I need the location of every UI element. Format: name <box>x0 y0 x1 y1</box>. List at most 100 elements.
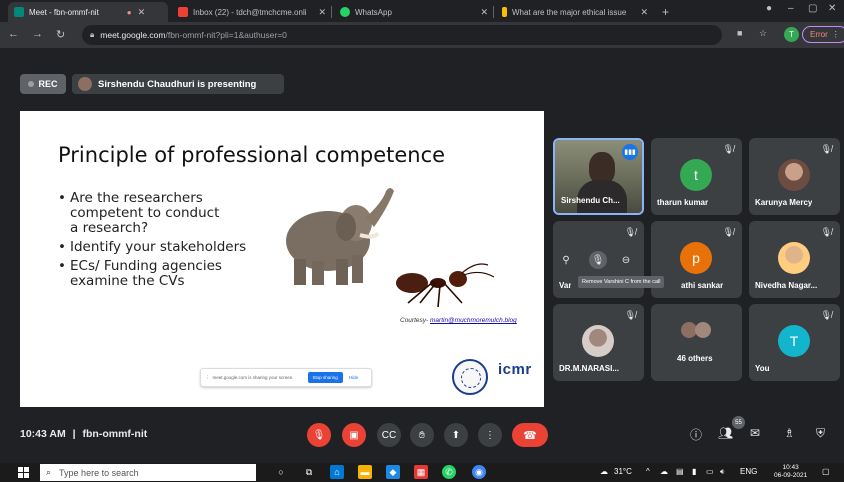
error-button[interactable]: Error ⋮ <box>802 26 844 43</box>
battery-icon[interactable]: ▮ <box>692 467 696 476</box>
stop-sharing-button[interactable]: Stop sharing <box>307 372 343 383</box>
meeting-details: 10:43 AM | fbn-ommf-nit <box>20 428 147 440</box>
presenter-avatar <box>78 77 92 91</box>
avatar-photo <box>778 159 810 191</box>
minimize-icon[interactable]: – <box>788 3 794 14</box>
present-screen-button[interactable]: ⬆ <box>444 423 468 447</box>
tray-chevron-icon[interactable]: ^ <box>646 467 650 476</box>
mic-off-icon: 🎙︎̸ <box>820 227 832 237</box>
new-tab-button[interactable]: + <box>656 2 676 22</box>
camera-indicator-icon[interactable]: ■ <box>737 28 742 38</box>
camera-off-button[interactable]: ▣ <box>342 423 366 447</box>
close-tab-icon[interactable]: ✕ <box>138 7 146 18</box>
participant-tile-presenter[interactable]: ▮▮▮ Sirshendu Ch... <box>553 138 644 215</box>
mic-off-icon: 🎙︎̸ <box>820 310 832 320</box>
raise-hand-button[interactable]: ✋︎ <box>410 423 434 447</box>
participant-name: You <box>755 364 770 373</box>
people-count-badge: 55 <box>732 416 745 429</box>
onedrive-icon[interactable]: ☁ <box>660 467 668 476</box>
tab-search-icon[interactable]: ● <box>766 3 772 14</box>
leave-call-button[interactable]: ☎︎ <box>512 423 548 447</box>
recording-icon <box>28 81 35 87</box>
chrome-icon[interactable]: ◉ <box>472 465 486 479</box>
participant-tile[interactable]: 🎙︎̸ Nivedha Nagar... <box>749 221 840 298</box>
avatar-photo <box>582 325 614 357</box>
tab-whatsapp[interactable]: WhatsApp ✕ <box>334 2 494 22</box>
close-tab-icon[interactable]: ✕ <box>318 7 326 18</box>
office-icon[interactable]: ▦ <box>414 465 428 479</box>
back-icon[interactable]: ← <box>8 28 19 40</box>
mute-participant-icon[interactable]: 🎙︎ <box>589 251 607 269</box>
bookmark-star-icon[interactable]: ☆ <box>759 28 767 39</box>
participant-tile[interactable]: 🎙︎̸ p athi sankar <box>651 221 742 298</box>
icmr-logo: icmr <box>498 361 532 378</box>
avatar-photo <box>695 322 711 338</box>
file-explorer-icon[interactable]: ▬ <box>358 465 372 479</box>
participant-name: Sirshendu Ch... <box>561 196 620 205</box>
institute-seal-logo <box>452 359 488 395</box>
close-tab-icon[interactable]: ✕ <box>480 7 488 18</box>
hide-button[interactable]: Hide <box>349 375 358 380</box>
participant-tile[interactable]: 🎙︎̸ Karunya Mercy <box>749 138 840 215</box>
credit-link[interactable]: martin@muchmoremulch.blog <box>430 317 517 324</box>
profile-avatar[interactable]: T <box>784 27 799 42</box>
participant-tile-self[interactable]: 🎙︎̸ T You <box>749 304 840 381</box>
people-icon[interactable]: 👥︎ <box>718 426 733 440</box>
close-tab-icon[interactable]: ✕ <box>640 7 648 18</box>
captions-button[interactable]: CC <box>377 423 401 447</box>
participant-tile[interactable]: 🎙︎̸ t tharun kumar <box>651 138 742 215</box>
whatsapp-icon[interactable]: ✆ <box>442 465 456 479</box>
network-icon[interactable]: ▤ <box>676 467 684 476</box>
weather-icon[interactable]: ☁︎ <box>600 467 608 476</box>
slide-title: Principle of professional competence <box>58 143 446 167</box>
tab-title: What are the major ethical issue <box>512 7 627 17</box>
notifications-icon[interactable]: ▢ <box>822 467 830 476</box>
app-icon[interactable]: ◆ <box>386 465 400 479</box>
cortana-icon[interactable]: ○ <box>274 465 288 479</box>
browser-tab-strip: Meet - fbn-ommf-nit ● ✕ Inbox (22) - tdc… <box>0 0 844 22</box>
participant-tile[interactable]: 🎙︎̸ DR.M.NARASI... <box>553 304 644 381</box>
taskbar-search-input[interactable]: ⌕ Type here to search <box>40 464 256 481</box>
temperature[interactable]: 31°C <box>614 467 632 476</box>
tab-gmail[interactable]: Inbox (22) - tdch@tmchcme.onli ✕ <box>172 2 332 22</box>
language-indicator[interactable]: ENG <box>740 467 757 476</box>
avatar-photo <box>778 242 810 274</box>
mic-off-icon: 🎙︎̸ <box>624 310 636 320</box>
whatsapp-favicon-icon <box>340 7 350 17</box>
current-time: 10:43 AM <box>20 428 66 440</box>
drag-handle-icon[interactable]: ⋮ <box>205 375 210 381</box>
forward-icon[interactable]: → <box>32 28 43 40</box>
windows-start-icon[interactable] <box>18 467 29 478</box>
remove-participant-icon[interactable]: ⊖ <box>617 251 635 269</box>
elephant-image <box>286 188 394 285</box>
display-icon[interactable]: ▭ <box>706 467 714 476</box>
task-view-icon[interactable]: ⧉ <box>302 465 316 479</box>
maximize-icon[interactable]: ▢ <box>808 3 817 14</box>
avatar: p <box>680 242 712 274</box>
remove-tooltip: Remove Varshini C from the call <box>578 276 665 288</box>
close-window-icon[interactable]: ✕ <box>828 3 836 14</box>
address-bar[interactable]: 🔒︎ meet.google.com /fbn-ommf-nit?pli=1&a… <box>82 25 722 45</box>
meeting-code: fbn-ommf-nit <box>82 428 148 440</box>
presenting-banner: Sirshendu Chaudhuri is presenting <box>72 74 284 94</box>
bullet-item: Identify your stakeholders <box>58 240 288 256</box>
volume-icon[interactable]: 🔉︎ <box>720 467 725 477</box>
chat-icon[interactable]: ✉︎ <box>750 426 760 440</box>
system-clock[interactable]: 10:43 06-09-2021 <box>774 464 807 480</box>
speaking-indicator-icon: ▮▮▮ <box>622 144 638 160</box>
meeting-info-icon[interactable]: ⓘ <box>690 426 702 443</box>
activities-icon[interactable]: ♗ <box>784 426 795 440</box>
host-controls-icon[interactable]: ⛨ <box>816 426 825 441</box>
shared-screen: Principle of professional competence Are… <box>20 111 544 407</box>
reload-icon[interactable]: ↻ <box>56 28 65 41</box>
store-icon[interactable]: ⌂ <box>330 465 344 479</box>
tab-ethical-issues[interactable]: What are the major ethical issue ✕ <box>496 2 654 22</box>
tab-title: Meet - fbn-ommf-nit <box>29 7 99 17</box>
more-options-button[interactable]: ⋮ <box>478 423 502 447</box>
search-icon: ⌕ <box>46 467 52 477</box>
tab-meet[interactable]: Meet - fbn-ommf-nit ● ✕ <box>8 2 168 22</box>
mic-off-button[interactable]: 🎙︎ <box>307 423 331 447</box>
participant-tile-others[interactable]: 46 others <box>651 304 742 381</box>
pin-icon[interactable]: ⚲ <box>557 251 575 269</box>
participant-name: DR.M.NARASI... <box>559 364 619 373</box>
